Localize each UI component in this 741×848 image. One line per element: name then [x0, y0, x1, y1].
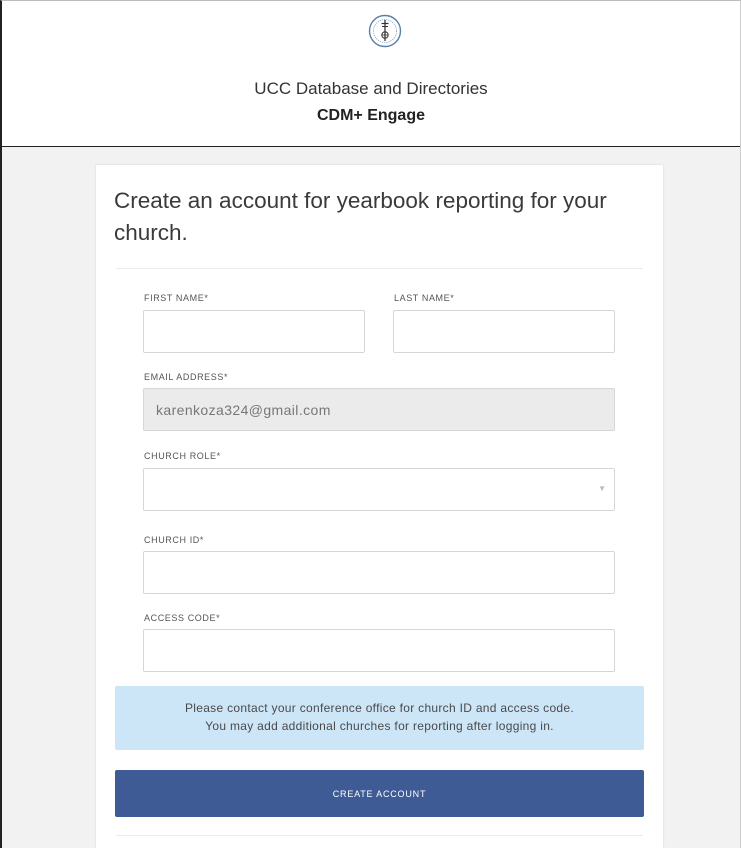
last-name-label: LAST NAME*: [394, 293, 455, 303]
page-header: UCC Database and Directories CDM+ Engage: [2, 1, 740, 147]
form-heading: Create an account for yearbook reporting…: [114, 188, 607, 245]
access-code-input[interactable]: [143, 629, 615, 672]
dropdown-arrow-icon: ▼: [598, 484, 606, 493]
app-name: CDM+ Engage: [316, 107, 425, 124]
info-message: Please contact your conference office fo…: [115, 686, 644, 750]
info-line-1: Please contact your conference office fo…: [184, 701, 575, 715]
church-role-label: CHURCH ROLE*: [144, 451, 221, 461]
ucc-seal-icon: [368, 14, 402, 48]
site-title: UCC Database and Directories: [254, 79, 488, 98]
church-id-label: CHURCH ID*: [144, 535, 204, 545]
church-role-select[interactable]: ▼: [143, 468, 615, 511]
first-name-input[interactable]: [143, 310, 365, 353]
access-code-label: ACCESS CODE*: [144, 613, 221, 623]
last-name-input[interactable]: [393, 310, 615, 353]
create-account-button[interactable]: CREATE ACCOUNT: [115, 770, 644, 817]
email-label: EMAIL ADDRESS*: [144, 372, 229, 382]
email-field[interactable]: [143, 388, 615, 431]
info-line-2: You may add additional churches for repo…: [205, 719, 554, 733]
church-id-input[interactable]: [143, 551, 615, 594]
first-name-label: FIRST NAME*: [144, 293, 209, 303]
registration-card: Create an account for yearbook reporting…: [96, 165, 663, 848]
heading-divider: [116, 268, 643, 269]
bottom-divider: [116, 835, 643, 836]
